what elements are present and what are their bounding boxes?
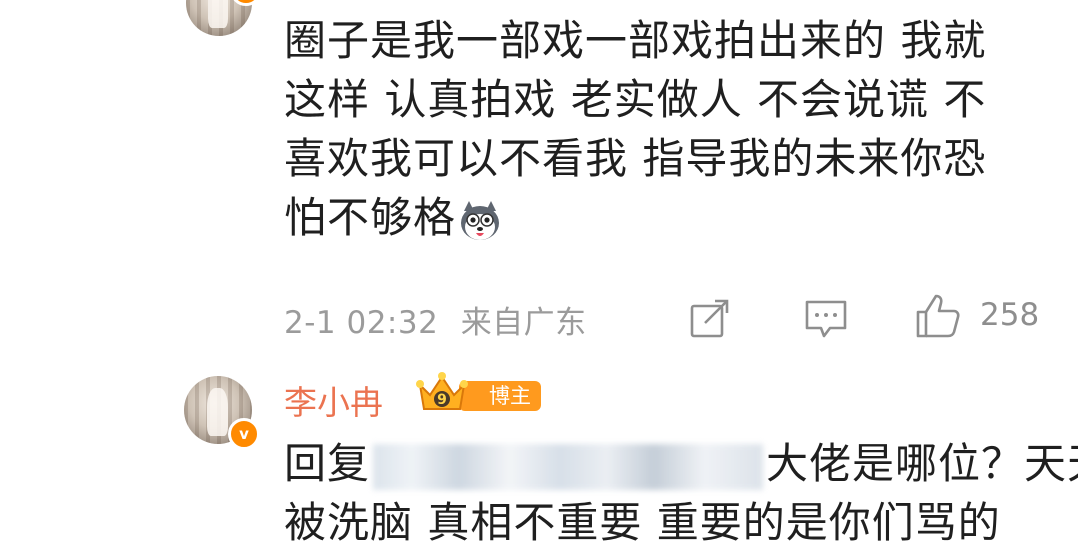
blogger-badge: 博主 [459,381,541,411]
like-count: 258 [980,297,1040,333]
reply-line-rest: 大佬是哪位？天天 [766,439,1078,488]
avatar-figure [208,0,229,29]
comment-location: 来自广东 [460,305,587,341]
comment-line: 怕不够格 [284,193,457,242]
comment-line-last: 怕不够格 [284,188,986,247]
share-icon[interactable] [689,298,731,340]
comment-icon[interactable] [804,298,848,340]
dog-emoji-icon [461,200,500,240]
comment-line: 喜欢我可以不看我 指导我的未来你恐 [284,134,987,183]
crown-level-icon: 9 [416,372,468,410]
comment-meta: 2-1 02:32 来自广东 [284,297,587,342]
username[interactable]: 李小冉 [284,376,383,424]
comment-text: 圈子是我一部戏一部戏拍出来的 我就 这样 认真拍戏 老实做人 不会说谎 不 喜欢… [284,11,986,247]
commenter-avatar[interactable]: v [186,0,262,36]
like-icon[interactable] [914,292,962,340]
reply-prefix: 回复 [284,439,371,488]
comment-time: 2-1 02:32 [284,305,439,341]
reply-line: 被洗脑 真相不重要 重要的是你们骂的 [284,498,1001,547]
comment-line: 圈子是我一部戏一部戏拍出来的 我就 [284,16,987,65]
blogger-badge-label: 博主 [489,384,531,408]
reply-text: 回复 大佬是哪位？天天 被洗脑 真相不重要 重要的是你们骂的 [284,434,1078,552]
reply-line: 回复 大佬是哪位？天天 [284,434,1078,493]
level-number: 9 [437,392,447,408]
comment-line: 这样 认真拍戏 老实做人 不会说谎 不 [284,75,987,124]
blogger-avatar[interactable]: v [184,376,260,450]
verified-icon: v [228,418,260,450]
blurred-username [373,443,764,490]
avatar-figure [207,388,228,436]
